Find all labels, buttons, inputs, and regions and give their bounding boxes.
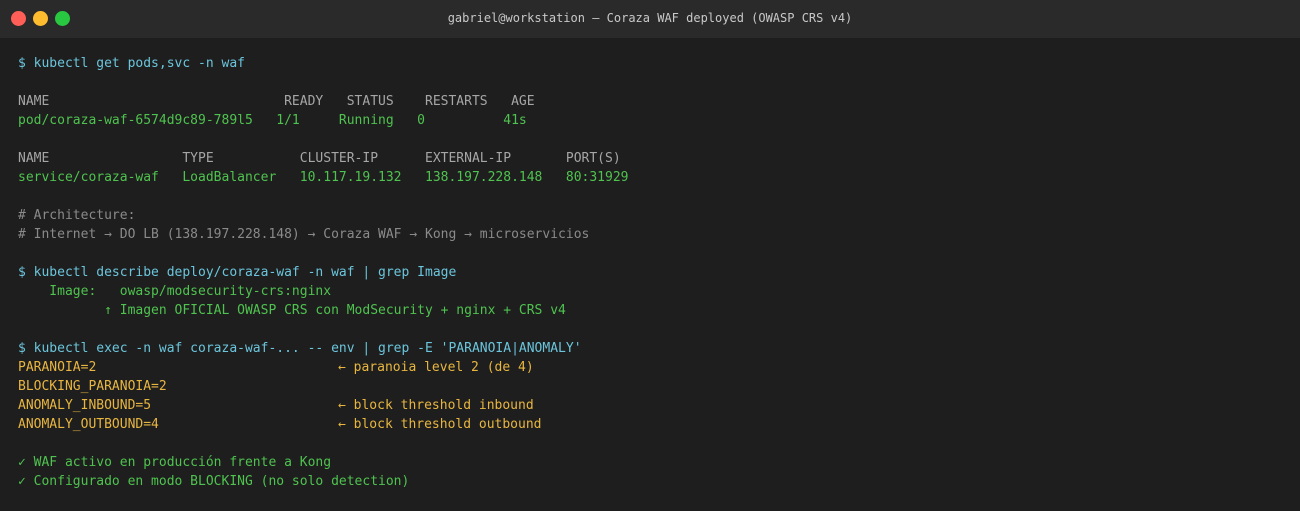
env-note: ← block threshold inbound — [338, 398, 534, 413]
pods-table-row: pod/coraza-waf-6574d9c89-789l5 1/1 Runni… — [18, 113, 527, 128]
terminal-window: gabriel@workstation — Coraza WAF deploye… — [0, 0, 1300, 511]
command-line: $ kubectl exec -n waf coraza-waf-... -- … — [18, 341, 582, 356]
env-row: PARANOIA=2 ← paranoia level 2 (de 4) — [18, 358, 628, 377]
env-var: ANOMALY_OUTBOUND=4 — [18, 417, 159, 432]
env-var: ANOMALY_INBOUND=5 — [18, 398, 152, 413]
title-bar: gabriel@workstation — Coraza WAF deploye… — [0, 0, 1300, 38]
command-line: $ kubectl describe deploy/coraza-waf -n … — [18, 265, 457, 280]
window-title: gabriel@workstation — Coraza WAF deploye… — [447, 11, 853, 25]
image-note: ↑ Imagen OFICIAL OWASP CRS con ModSecuri… — [18, 303, 566, 318]
command-line: $ kubectl get pods,svc -n waf — [18, 56, 245, 71]
pods-table-header: NAME READY STATUS RESTARTS AGE — [18, 94, 535, 109]
env-row: BLOCKING_PARANOIA=2 — [18, 377, 628, 396]
env-var: BLOCKING_PARANOIA=2 — [18, 379, 167, 394]
architecture-comment: # Internet → DO LB (138.197.228.148) → C… — [18, 227, 590, 242]
env-note: ← block threshold outbound — [338, 417, 542, 432]
architecture-comment: # Architecture: — [18, 208, 136, 223]
svc-table-row: service/coraza-waf LoadBalancer 10.117.1… — [18, 170, 629, 185]
image-output: Image: owasp/modsecurity-crs:nginx — [18, 284, 332, 299]
terminal-output[interactable]: $ kubectl get pods,svc -n waf NAME READY… — [18, 54, 628, 491]
env-var: PARANOIA=2 — [18, 360, 97, 375]
env-row: ANOMALY_INBOUND=5 ← block threshold inbou… — [18, 396, 628, 415]
status-line: ✓ WAF activo en producción frente a Kong — [18, 455, 332, 470]
env-row: ANOMALY_OUTBOUND=4 ← block threshold outb… — [18, 415, 628, 434]
svc-table-header: NAME TYPE CLUSTER-IP EXTERNAL-IP PORT(S) — [18, 151, 621, 166]
status-line: ✓ Configurado en modo BLOCKING (no solo … — [18, 474, 410, 489]
env-note: ← paranoia level 2 (de 4) — [338, 360, 534, 375]
